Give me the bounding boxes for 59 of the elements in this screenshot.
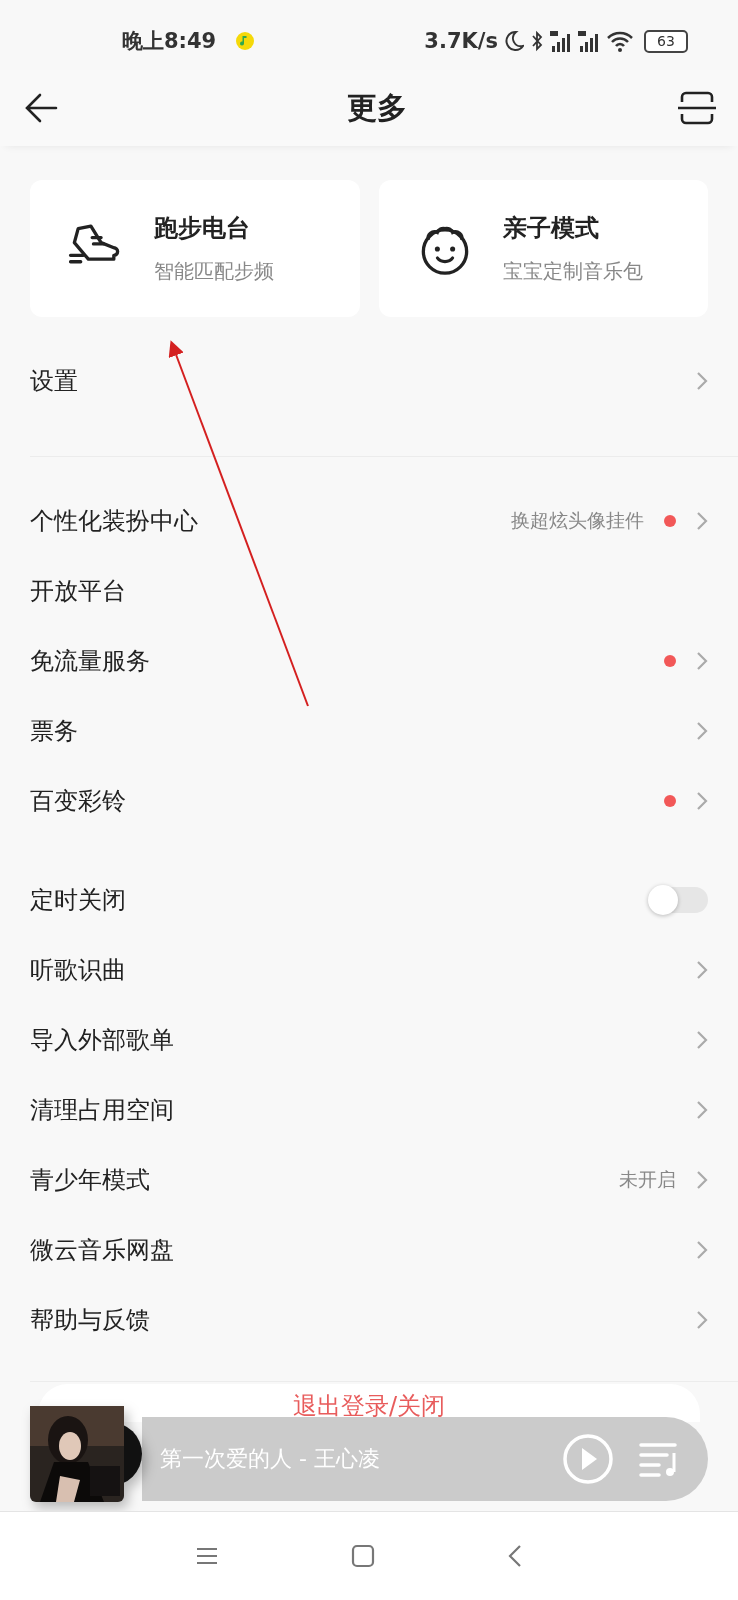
- menu-label: 定时关闭: [30, 885, 126, 916]
- moon-icon: [504, 30, 524, 52]
- menu-item[interactable]: 开放平台: [30, 556, 738, 626]
- signal-icon: [550, 30, 572, 52]
- menu-label: 清理占用空间: [30, 1095, 174, 1126]
- menu-label: 个性化装扮中心: [30, 506, 198, 537]
- chevron-right-icon: [696, 371, 708, 391]
- chevron-right-icon: [696, 1170, 708, 1190]
- menu-label: 微云音乐网盘: [30, 1235, 174, 1266]
- menu-item[interactable]: 导入外部歌单: [30, 1005, 738, 1075]
- signal-icon: [578, 30, 600, 52]
- menu-hint: 换超炫头像挂件: [511, 508, 644, 533]
- network-speed: 3.7K/s: [424, 29, 498, 53]
- menu-label: 听歌识曲: [30, 955, 126, 986]
- chevron-right-icon: [696, 1100, 708, 1120]
- chevron-right-icon: [696, 1030, 708, 1050]
- chevron-right-icon: [696, 960, 708, 980]
- music-app-icon: [236, 32, 255, 50]
- chevron-right-icon: [696, 721, 708, 741]
- card-title: 亲子模式: [502, 213, 600, 244]
- menu-item[interactable]: 青少年模式 未开启: [30, 1145, 738, 1215]
- toggle-switch[interactable]: [650, 887, 708, 913]
- menu-hint: 未开启: [619, 1167, 676, 1192]
- home-icon[interactable]: [351, 1544, 375, 1568]
- menu-label: 票务: [30, 716, 78, 747]
- menu-item[interactable]: 定时关闭: [30, 865, 738, 935]
- feature-card[interactable]: 跑步电台 智能匹配步频: [30, 180, 360, 317]
- card-subtitle: 智能匹配步频: [154, 258, 274, 285]
- battery-level: 63: [657, 33, 675, 49]
- menu-icon[interactable]: [195, 1546, 219, 1566]
- menu-label: 导入外部歌单: [30, 1025, 174, 1056]
- chevron-right-icon: [696, 651, 708, 671]
- menu-item[interactable]: 个性化装扮中心 换超炫头像挂件: [30, 486, 738, 556]
- chevron-right-icon: [696, 1310, 708, 1330]
- menu-label: 青少年模式: [30, 1165, 150, 1196]
- menu-label: 设置: [30, 366, 78, 397]
- menu-label: 免流量服务: [30, 646, 150, 677]
- card-title: 跑步电台: [154, 213, 251, 244]
- menu-label: 帮助与反馈: [30, 1305, 150, 1336]
- menu-item[interactable]: 清理占用空间: [30, 1075, 738, 1145]
- wifi-icon: [606, 30, 634, 52]
- bluetooth-icon: [530, 30, 544, 52]
- menu-item[interactable]: 票务: [30, 696, 738, 766]
- menu-item[interactable]: 听歌识曲: [30, 935, 738, 1005]
- menu-item[interactable]: 帮助与反馈: [30, 1285, 738, 1355]
- chevron-right-icon: [696, 511, 708, 531]
- chevron-right-icon: [696, 791, 708, 811]
- menu-item[interactable]: 百变彩铃: [30, 766, 738, 836]
- menu-label: 开放平台: [30, 576, 126, 607]
- feature-card[interactable]: 亲子模式 宝宝定制音乐包: [378, 180, 708, 317]
- menu-label: 百变彩铃: [30, 786, 126, 817]
- menu-item[interactable]: 设置: [30, 346, 738, 416]
- menu-item[interactable]: 微云音乐网盘: [30, 1215, 738, 1285]
- card-subtitle: 宝宝定制音乐包: [502, 258, 643, 285]
- chevron-right-icon: [696, 1240, 708, 1260]
- back-nav-icon[interactable]: [507, 1544, 523, 1568]
- status-time: 晚上8:49: [122, 28, 217, 55]
- page-title: 更多: [347, 88, 407, 127]
- menu-item[interactable]: 免流量服务: [30, 626, 738, 696]
